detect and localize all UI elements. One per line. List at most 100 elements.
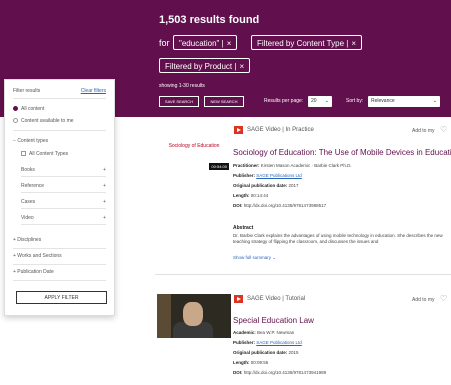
for-label: for (159, 38, 170, 48)
result-type: SAGE Video | Tutorial (247, 296, 306, 302)
thumbnail-person-head (183, 302, 203, 326)
meta-doi: DOI: http://dx.doi.org/10.4135/978147394… (233, 370, 326, 375)
meta-key: Academic: (233, 330, 256, 335)
add-to-link[interactable]: Add to my (412, 128, 435, 134)
save-search-button[interactable]: SAVE SEARCH (159, 96, 199, 107)
checkbox-all-content-types[interactable]: All Content Types (21, 151, 106, 157)
per-page-select[interactable]: 20 ⌄ (308, 96, 332, 107)
type-label: Cases (21, 199, 36, 205)
add-to-link[interactable]: Add to my (412, 297, 435, 303)
meta-value: http://dx.doi.org/10.4135/9781473941989 (243, 370, 327, 375)
type-label: Reference (21, 183, 45, 189)
meta-publisher: Publisher: SAGE Publications Ltd (233, 340, 302, 345)
meta-length: Length: 00:09:56 (233, 360, 268, 365)
type-reference[interactable]: Reference + (21, 180, 106, 193)
divider (13, 98, 106, 99)
type-books[interactable]: Books + (21, 164, 106, 177)
meta-academic: Academic: Bea W.P. Newman (233, 330, 294, 335)
apply-filter-button[interactable]: APPLY FILTER (16, 291, 107, 304)
close-icon[interactable]: × (239, 62, 244, 71)
radio-selected-icon (13, 106, 18, 112)
heart-icon[interactable]: ♡ (440, 294, 447, 303)
meta-value: 00:09:56 (250, 360, 269, 365)
meta-key: Original publication date: (233, 350, 288, 355)
chip-label: Filtered by Content Type | (257, 39, 349, 48)
meta-value: http://dx.doi.org/10.4135/9781473988517 (243, 203, 327, 208)
radio-icon (13, 118, 18, 124)
thumbnail-text: Sociology of Education (168, 143, 220, 149)
sort-select[interactable]: Relevance ⌄ (368, 96, 440, 107)
radio-available-to-me[interactable]: Content available to me (13, 118, 106, 124)
showing-range: showing 1-30 results (159, 83, 205, 89)
meta-date: Original publication date: 2015 (233, 350, 299, 355)
meta-length: Length: 00:14:44 (233, 193, 268, 198)
new-search-button[interactable]: NEW SEARCH (204, 96, 244, 107)
content-types-header[interactable]: − Content types (13, 138, 106, 144)
plus-icon: + (103, 215, 106, 221)
filter-title: Filter results (13, 88, 41, 94)
checkbox-label: All Content Types (29, 151, 69, 157)
meta-key: Practitioner: (233, 163, 260, 168)
section-works[interactable]: + Works and Sections (13, 253, 106, 265)
result-type: SAGE Video | In Practice (247, 127, 314, 133)
clear-filters-link[interactable]: Clear filters (81, 88, 106, 94)
type-label: Video (21, 215, 34, 221)
section-publication-date[interactable]: + Publication Date (13, 269, 106, 281)
plus-icon: + (103, 199, 106, 205)
result-thumbnail[interactable] (157, 294, 231, 338)
meta-value: Kirsten Mason Academic · Barbie Clark Ph… (260, 163, 352, 168)
abstract-heading: Abstract (233, 225, 254, 231)
abstract-text: Dr. Barbie Clark explains the advantages… (233, 233, 443, 244)
result-title[interactable]: Special Education Law (233, 316, 314, 325)
video-play-icon (234, 126, 243, 134)
filter-chip-product[interactable]: Filtered by Product | × (159, 58, 251, 73)
content-types-label: Content types (17, 138, 49, 144)
type-video[interactable]: Video + (21, 212, 106, 225)
chip-label: Filtered by Product | (165, 62, 237, 71)
meta-practitioner: Practitioner: Kirsten Mason Academic · B… (233, 163, 352, 168)
chip-label: "education" | (179, 39, 224, 48)
plus-icon: + (103, 183, 106, 189)
publisher-link[interactable]: SAGE Publications Ltd (256, 173, 302, 178)
filter-chip-content-type[interactable]: Filtered by Content Type | × (251, 35, 362, 50)
meta-value: 2015 (288, 350, 299, 355)
radio-label: Content available to me (21, 118, 74, 124)
plus-icon: + (103, 167, 106, 173)
result-divider (155, 274, 451, 275)
meta-value: Bea W.P. Newman (257, 330, 295, 335)
filter-chip-query[interactable]: "education" | × (173, 35, 238, 50)
meta-key: Publisher: (233, 173, 256, 178)
per-page-label: Results per page: (264, 98, 304, 104)
meta-key: DOI: (233, 203, 243, 208)
meta-key: Length: (233, 360, 250, 365)
result-title[interactable]: Sociology of Education: The Use of Mobil… (233, 148, 451, 157)
result-thumbnail[interactable]: Sociology of Education 00:54:00 (157, 125, 231, 174)
show-full-summary-link[interactable]: Show full summary ⌄ (233, 255, 276, 261)
publisher-link[interactable]: SAGE Publications Ltd (256, 340, 302, 345)
type-label: Books (21, 167, 35, 173)
sort-label: Sort by: (346, 98, 364, 104)
filter-panel-header: Filter results Clear filters (13, 88, 106, 94)
meta-key: Publisher: (233, 340, 256, 345)
meta-date: Original publication date: 2017 (233, 183, 299, 188)
sort-value: Relevance (371, 98, 395, 104)
checkbox-icon (21, 151, 26, 157)
meta-value: 2017 (288, 183, 299, 188)
close-icon[interactable]: × (351, 39, 356, 48)
heart-icon[interactable]: ♡ (440, 125, 447, 134)
close-icon[interactable]: × (227, 39, 232, 48)
duration-badge: 00:54:00 (209, 163, 229, 170)
radio-all-content[interactable]: All content (13, 106, 106, 112)
section-disciplines[interactable]: + Disciplines (13, 237, 106, 249)
chevron-down-icon: ⌄ (324, 98, 329, 104)
meta-key: DOI: (233, 370, 243, 375)
meta-doi: DOI: http://dx.doi.org/10.4135/978147398… (233, 203, 326, 208)
video-play-icon (234, 295, 243, 303)
meta-key: Original publication date: (233, 183, 288, 188)
chevron-down-icon: ⌄ (432, 98, 437, 104)
radio-label: All content (21, 106, 45, 112)
filter-panel: Filter results Clear filters All content… (4, 79, 115, 316)
per-page-value: 20 (311, 98, 317, 104)
meta-value: 00:14:44 (250, 193, 269, 198)
type-cases[interactable]: Cases + (21, 196, 106, 209)
